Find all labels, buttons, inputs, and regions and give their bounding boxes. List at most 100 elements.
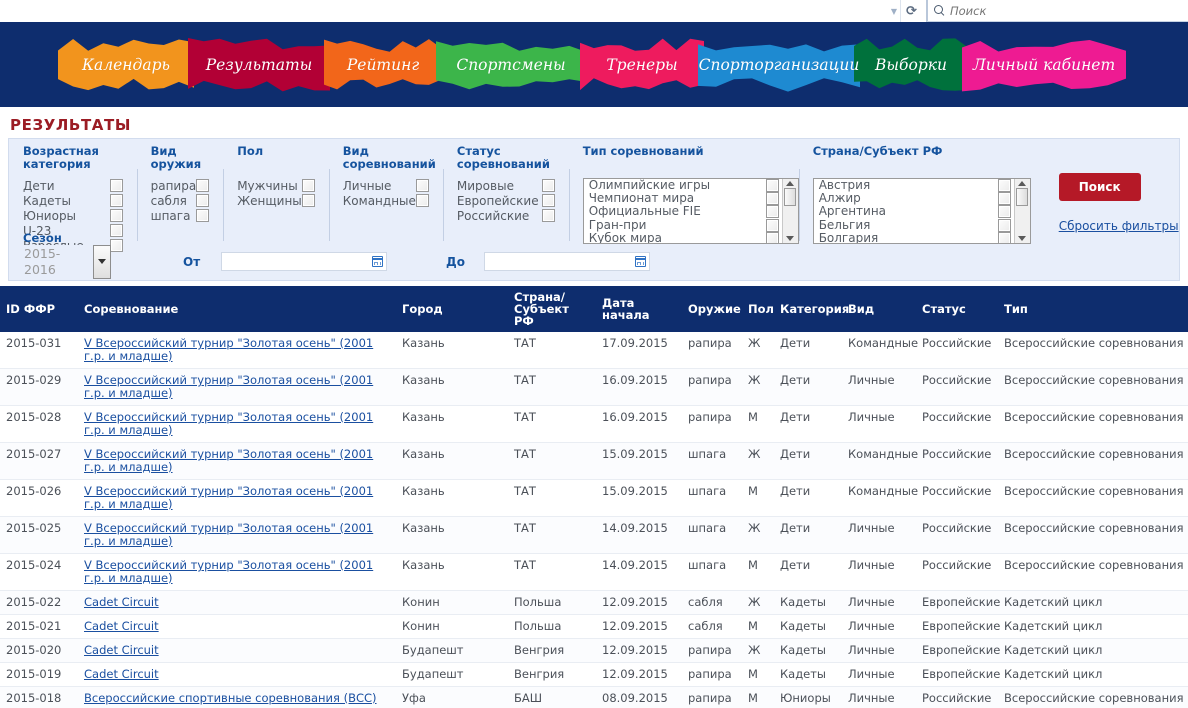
- age-category-checkbox[interactable]: [109, 224, 123, 237]
- listbox-items[interactable]: Олимпийские игры Чемпионат мира Официальны…: [584, 179, 782, 243]
- competition-link[interactable]: Cadet Circuit: [84, 619, 159, 633]
- address-bar[interactable]: ▼ ⟳: [0, 0, 927, 22]
- age-category-option[interactable]: Юниоры: [9, 208, 137, 223]
- calendar-icon[interactable]: [634, 256, 647, 267]
- age-category-checkbox[interactable]: [109, 209, 123, 222]
- cell-competition-name[interactable]: Cadet Circuit: [78, 662, 396, 687]
- chevron-down-icon[interactable]: [93, 244, 111, 279]
- weapon-option[interactable]: рапира: [137, 178, 224, 193]
- search-button[interactable]: Поиск: [1058, 173, 1141, 201]
- table-row[interactable]: 2015-029 V Всероссийский турнир "Золотая …: [0, 368, 1188, 406]
- listbox-competition-type[interactable]: Олимпийские игры Чемпионат мира Официальны…: [582, 178, 799, 244]
- country-region-option[interactable]: Алжир: [814, 192, 1014, 206]
- table-row[interactable]: 2015-028 V Всероссийский турнир "Золотая …: [0, 405, 1188, 443]
- results-table-container[interactable]: ID ФФР Соревнование Город Страна/ Субъек…: [0, 286, 1188, 708]
- weapon-checkbox[interactable]: [196, 179, 210, 192]
- nav-item-4[interactable]: Спортсмены: [436, 32, 586, 98]
- reset-filters-link[interactable]: Сбросить фильтры: [1059, 219, 1179, 233]
- browser-search-box[interactable]: [927, 0, 1188, 21]
- competition-status-option[interactable]: Мировые: [443, 178, 569, 193]
- cell-competition-name[interactable]: V Всероссийский турнир "Золотая осень" (…: [78, 516, 396, 554]
- sex-checkbox[interactable]: [301, 179, 315, 192]
- sex-option[interactable]: Женщины: [223, 193, 329, 208]
- cell-competition-name[interactable]: Cadet Circuit: [78, 638, 396, 663]
- weapon-checkbox[interactable]: [196, 209, 210, 222]
- nav-item-8[interactable]: Личный кабинет: [962, 32, 1126, 98]
- age-category-option[interactable]: Кадеты: [9, 193, 137, 208]
- col-header-city[interactable]: Город: [396, 286, 508, 332]
- cell-competition-name[interactable]: V Всероссийский турнир "Золотая осень" (…: [78, 405, 396, 443]
- table-row[interactable]: 2015-022 Cadet Circuit Конин Польша 12.09.20…: [0, 590, 1188, 615]
- col-header-status[interactable]: Статус: [916, 286, 998, 332]
- age-category-checkbox[interactable]: [109, 179, 123, 192]
- competition-link[interactable]: V Всероссийский турнир "Золотая осень" (…: [84, 447, 373, 474]
- competition-link[interactable]: Cadet Circuit: [84, 643, 159, 657]
- date-from-input[interactable]: [221, 252, 387, 271]
- season-select[interactable]: 2015-2016: [23, 244, 111, 279]
- col-header-sex[interactable]: Пол: [742, 286, 774, 332]
- nav-item-7[interactable]: Выборки: [854, 32, 968, 98]
- competition-kind-option[interactable]: Командные: [329, 193, 443, 208]
- weapon-checkbox[interactable]: [196, 194, 210, 207]
- country-region-option[interactable]: Бельгия: [814, 218, 1014, 232]
- cell-competition-name[interactable]: Cadet Circuit: [78, 614, 396, 639]
- competition-kind-option[interactable]: Личные: [329, 178, 443, 193]
- chevron-down-icon[interactable]: ▼: [888, 0, 900, 22]
- scroll-up-icon[interactable]: [1018, 181, 1027, 186]
- weapon-option[interactable]: шпага: [137, 208, 224, 223]
- scrollbar-thumb[interactable]: [784, 188, 797, 206]
- col-header-date[interactable]: Дата начала: [596, 286, 682, 332]
- nav-item-2[interactable]: Результаты: [188, 32, 330, 98]
- competition-type-checkbox[interactable]: [765, 218, 779, 232]
- competition-type-checkbox[interactable]: [765, 192, 779, 206]
- competition-link[interactable]: V Всероссийский турнир "Золотая осень" (…: [84, 484, 373, 511]
- table-row[interactable]: 2015-027 V Всероссийский турнир "Золотая …: [0, 442, 1188, 480]
- competition-status-option[interactable]: Европейские: [443, 193, 569, 208]
- country-region-checkbox[interactable]: [997, 179, 1011, 193]
- competition-kind-checkbox[interactable]: [415, 194, 429, 207]
- country-region-option[interactable]: Аргентина: [814, 205, 1014, 219]
- competition-type-option[interactable]: Гран-при: [584, 218, 782, 232]
- competition-type-checkbox[interactable]: [765, 179, 779, 193]
- listbox-scrollbar[interactable]: [781, 179, 798, 243]
- sex-option[interactable]: Мужчины: [223, 178, 329, 193]
- country-region-checkbox[interactable]: [997, 218, 1011, 232]
- scroll-down-icon[interactable]: [1018, 236, 1027, 241]
- competition-type-checkbox[interactable]: [765, 205, 779, 219]
- nav-item-1[interactable]: Календарь: [58, 32, 194, 98]
- col-header-region[interactable]: Страна/ Субъект РФ: [508, 286, 596, 332]
- listbox-scrollbar[interactable]: [1013, 179, 1030, 243]
- date-to-input[interactable]: [484, 252, 650, 271]
- listbox-items[interactable]: Австрия Алжир Аргентина Бельгия Болгария: [814, 179, 1014, 243]
- competition-kind-checkbox[interactable]: [415, 179, 429, 192]
- col-header-name[interactable]: Соревнование: [78, 286, 396, 332]
- table-row[interactable]: 2015-031 V Всероссийский турнир "Золотая …: [0, 332, 1188, 369]
- competition-link[interactable]: V Всероссийский турнир "Золотая осень" (…: [84, 558, 373, 585]
- country-region-checkbox[interactable]: [997, 192, 1011, 206]
- sex-checkbox[interactable]: [301, 194, 315, 207]
- weapon-option[interactable]: сабля: [137, 193, 224, 208]
- competition-link[interactable]: Всероссийские спортивные соревнования (В…: [84, 691, 377, 705]
- cell-competition-name[interactable]: V Всероссийский турнир "Золотая осень" (…: [78, 442, 396, 480]
- competition-link[interactable]: V Всероссийский турнир "Золотая осень" (…: [84, 410, 373, 437]
- browser-search-input[interactable]: [950, 3, 1130, 18]
- competition-type-option[interactable]: Чемпионат мира: [584, 192, 782, 206]
- competition-link[interactable]: Cadet Circuit: [84, 667, 159, 681]
- cell-competition-name[interactable]: V Всероссийский турнир "Золотая осень" (…: [78, 368, 396, 406]
- competition-status-checkbox[interactable]: [541, 209, 555, 222]
- scrollbar-thumb[interactable]: [1016, 188, 1029, 206]
- cell-competition-name[interactable]: V Всероссийский турнир "Золотая осень" (…: [78, 479, 396, 517]
- competition-type-option[interactable]: Официальные FIE: [584, 205, 782, 219]
- table-row[interactable]: 2015-026 V Всероссийский турнир "Золотая …: [0, 479, 1188, 517]
- table-row[interactable]: 2015-021 Cadet Circuit Конин Польша 12.09.20…: [0, 614, 1188, 639]
- competition-status-checkbox[interactable]: [541, 179, 555, 192]
- competition-status-checkbox[interactable]: [541, 194, 555, 207]
- table-row[interactable]: 2015-019 Cadet Circuit Будапешт Венгрия 12.0…: [0, 662, 1188, 687]
- table-row[interactable]: 2015-024 V Всероссийский турнир "Золотая …: [0, 553, 1188, 591]
- scroll-down-icon[interactable]: [786, 236, 795, 241]
- nav-item-6[interactable]: Спорторганизации: [698, 32, 860, 98]
- listbox-country-region[interactable]: Австрия Алжир Аргентина Бельгия Болгария: [812, 178, 1031, 244]
- competition-status-option[interactable]: Российские: [443, 208, 569, 223]
- country-region-checkbox[interactable]: [997, 205, 1011, 219]
- nav-item-3[interactable]: Рейтинг: [324, 32, 442, 98]
